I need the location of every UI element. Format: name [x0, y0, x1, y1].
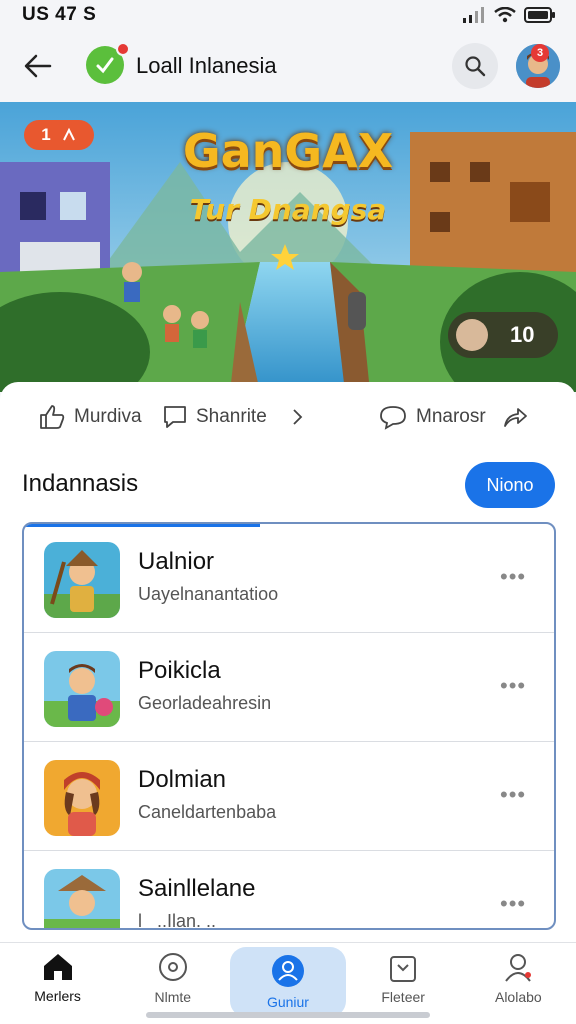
nav-item-home[interactable]: Merlers [0, 943, 115, 1013]
list-item-subtitle: Uayelnanantatioo [138, 584, 279, 604]
nav-label: Fleteer [381, 989, 425, 1005]
action-share-label: Shanrite [196, 406, 267, 427]
viewer-avatar [456, 319, 488, 351]
bag-icon [390, 956, 417, 982]
nav-item-store[interactable]: Fleteer [346, 943, 461, 1013]
page-title: Loall Inlanesia [136, 53, 277, 78]
home-indicator[interactable] [146, 1012, 430, 1018]
battery-icon [524, 7, 555, 23]
viewer-count: 10 [510, 322, 535, 347]
list-item-subtitle: l_ ..Ilan. .. [138, 911, 217, 930]
list-item-thumbnail [44, 542, 120, 618]
list-item[interactable]: Dolmian Caneldartenbaba ••• [24, 742, 554, 851]
list-item-name: Poikicla [138, 657, 221, 684]
action-bar: Murdiva Shanrite Mnarosr [0, 382, 576, 454]
viewer-count-pill[interactable]: 10 [448, 312, 558, 358]
status-icons [462, 6, 556, 24]
nav-item-explore[interactable]: Nlmte [115, 943, 230, 1013]
signal-icon [463, 7, 484, 23]
action-like[interactable]: Murdiva [38, 404, 142, 430]
member-list: Ualnior Uayelnanantatioo ••• Poikicla Ge… [22, 522, 556, 930]
comment-icon [164, 406, 186, 428]
nav-item-profile[interactable]: Alolabo [461, 943, 576, 1013]
action-share[interactable]: Shanrite [162, 404, 307, 430]
nav-label: Merlers [34, 988, 81, 1004]
top-app-bar: Loall Inlanesia [0, 30, 576, 102]
wifi-icon [494, 7, 516, 23]
action-like-label: Murdiva [74, 406, 142, 427]
list-item[interactable]: Sainllelane l_ ..Ilan. .. ••• [24, 851, 554, 930]
list-item-subtitle: Caneldartenbaba [138, 802, 277, 822]
action-message[interactable]: Mnarosr [378, 404, 528, 430]
hero-title: GanGAX [182, 124, 394, 178]
nav-label: Alolabo [494, 989, 542, 1005]
nav-label: Guniur [266, 994, 309, 1010]
content-sheet: Murdiva Shanrite Mnarosr Indannasis Nion… [0, 382, 576, 942]
list-item-thumbnail [44, 651, 120, 727]
share-arrow-icon [503, 408, 527, 427]
chat-bubble-icon [380, 406, 406, 430]
person-icon [505, 954, 532, 982]
group-logo[interactable] [86, 42, 130, 86]
hero-subtitle: Tur Dnangsa [189, 193, 387, 226]
section-action-button[interactable]: Niono [465, 462, 555, 508]
notification-dot [116, 42, 130, 56]
search-icon [465, 56, 486, 77]
list-item-thumbnail [44, 760, 120, 836]
thumbs-up-icon [40, 405, 65, 429]
status-time: US 47 S [22, 4, 97, 25]
more-options-icon[interactable]: ••• [500, 891, 526, 917]
more-options-icon[interactable]: ••• [500, 673, 526, 699]
back-button[interactable] [16, 44, 60, 88]
chevron-right-icon [293, 409, 303, 425]
compass-icon [158, 953, 187, 981]
list-item-name: Ualnior [138, 548, 215, 575]
nav-label: Nlmte [154, 989, 192, 1005]
profile-notification-badge: 3 [531, 44, 549, 62]
more-options-icon[interactable]: ••• [500, 564, 526, 590]
list-item[interactable]: Poikicla Georladeahresin ••• [24, 633, 554, 742]
list-item-name: Dolmian [138, 766, 227, 793]
home-icon [43, 954, 72, 980]
list-item-subtitle: Georladeahresin [138, 693, 272, 713]
section-title: Indannasis [22, 470, 139, 497]
community-icon [271, 955, 304, 987]
nav-item-community[interactable]: Guniur [230, 947, 346, 1017]
status-bar: US 47 S [0, 0, 576, 30]
action-message-label: Mnarosr [416, 406, 486, 427]
list-item-name: Sainllelane [138, 875, 256, 902]
arrow-left-icon [24, 54, 52, 78]
list-item[interactable]: Ualnior Uayelnanantatioo ••• [24, 524, 554, 633]
more-options-icon[interactable]: ••• [500, 782, 526, 808]
list-item-thumbnail [44, 869, 120, 928]
search-button[interactable] [452, 43, 498, 89]
